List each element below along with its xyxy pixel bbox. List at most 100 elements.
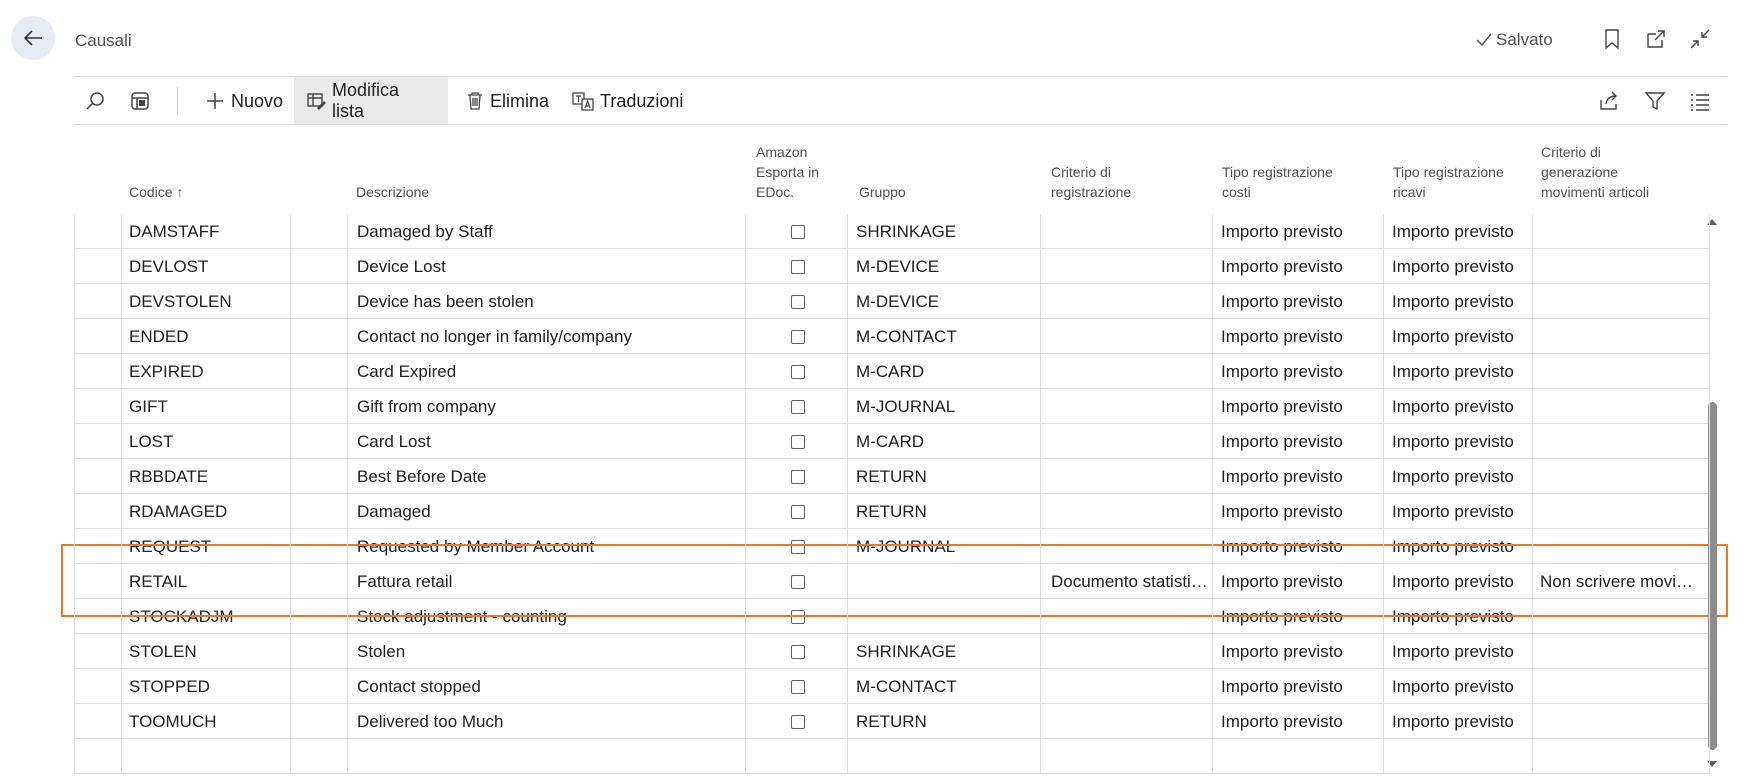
cell-group[interactable]: M-CARD xyxy=(856,354,924,389)
cell-group[interactable]: RETURN xyxy=(856,459,927,494)
cell-code[interactable]: LOST xyxy=(129,424,173,459)
amazon-export-checkbox[interactable] xyxy=(791,224,805,239)
cell-description[interactable]: Card Expired xyxy=(357,354,456,389)
layout-button[interactable] xyxy=(129,77,157,125)
table-row[interactable]: STOPPED Contact stopped M-CONTACT Importo p… xyxy=(74,669,1709,704)
table-row[interactable]: GIFT Gift from company M-JOURNAL Importo pr… xyxy=(74,389,1709,424)
cell-cost-type[interactable]: Importo previsto xyxy=(1221,669,1343,704)
scroll-down-icon[interactable] xyxy=(1706,758,1718,770)
cell-group[interactable]: RETURN xyxy=(856,704,927,739)
amazon-export-checkbox[interactable] xyxy=(791,574,805,589)
cell-revenue-type[interactable]: Importo previsto xyxy=(1392,424,1514,459)
amazon-export-checkbox[interactable] xyxy=(791,679,805,694)
amazon-export-checkbox[interactable] xyxy=(791,399,805,414)
amazon-export-checkbox[interactable] xyxy=(791,294,805,309)
cell-code[interactable]: STOCKADJM xyxy=(129,599,234,634)
cell-revenue-type[interactable]: Importo previsto xyxy=(1392,669,1514,704)
table-row[interactable]: RETAIL Fattura retail Documento statisti… I… xyxy=(74,564,1709,599)
cell-cost-type[interactable]: Importo previsto xyxy=(1221,319,1343,354)
table-row[interactable]: ENDED Contact no longer in family/company… xyxy=(74,319,1709,354)
table-row[interactable]: STOLEN Stolen SHRINKAGE Importo previsto Imp… xyxy=(74,634,1709,669)
cell-group[interactable]: SHRINKAGE xyxy=(856,634,956,669)
table-row[interactable]: DAMSTAFF Damaged by Staff SHRINKAGE Importo… xyxy=(74,214,1709,249)
cell-description[interactable]: Contact stopped xyxy=(357,669,481,704)
cell-description[interactable]: Contact no longer in family/company xyxy=(357,319,632,354)
column-header-registration-criteria[interactable]: Criterio di registrazione xyxy=(1051,162,1131,202)
scroll-up-icon[interactable] xyxy=(1706,216,1718,228)
cell-revenue-type[interactable]: Importo previsto xyxy=(1392,494,1514,529)
cell-description[interactable]: Fattura retail xyxy=(357,564,452,599)
cell-code[interactable]: TOOMUCH xyxy=(129,704,217,739)
cell-revenue-type[interactable]: Importo previsto xyxy=(1392,354,1514,389)
translations-button[interactable]: Traduzioni xyxy=(568,77,687,125)
collapse-icon[interactable] xyxy=(1687,26,1713,52)
table-row[interactable]: LOST Card Lost M-CARD Importo previsto Impor… xyxy=(74,424,1709,459)
cell-group[interactable]: M-CARD xyxy=(856,424,924,459)
cell-code[interactable]: STOLEN xyxy=(129,634,197,669)
cell-cost-type[interactable]: Importo previsto xyxy=(1221,354,1343,389)
cell-revenue-type[interactable]: Importo previsto xyxy=(1392,564,1514,599)
cell-code[interactable]: RETAIL xyxy=(129,564,187,599)
amazon-export-checkbox[interactable] xyxy=(791,504,805,519)
cell-cost-type[interactable]: Importo previsto xyxy=(1221,214,1343,249)
cell-group[interactable]: RETURN xyxy=(856,494,927,529)
cell-group[interactable]: M-DEVICE xyxy=(856,249,939,284)
cell-revenue-type[interactable]: Importo previsto xyxy=(1392,459,1514,494)
cell-cost-type[interactable]: Importo previsto xyxy=(1221,389,1343,424)
cell-code[interactable]: GIFT xyxy=(129,389,168,424)
cell-cost-type[interactable]: Importo previsto xyxy=(1221,704,1343,739)
cell-registration-criteria[interactable]: Documento statisti… xyxy=(1051,564,1206,599)
table-row[interactable]: RDAMAGED Damaged RETURN Importo previsto Imp… xyxy=(74,494,1709,529)
cell-description[interactable]: Damaged xyxy=(357,494,431,529)
bookmark-icon[interactable] xyxy=(1599,26,1625,52)
cell-revenue-type[interactable]: Importo previsto xyxy=(1392,284,1514,319)
cell-cost-type[interactable]: Importo previsto xyxy=(1221,634,1343,669)
cell-revenue-type[interactable]: Importo previsto xyxy=(1392,214,1514,249)
open-in-new-window-icon[interactable] xyxy=(1643,26,1669,52)
amazon-export-checkbox[interactable] xyxy=(791,609,805,624)
amazon-export-checkbox[interactable] xyxy=(791,364,805,379)
cell-code[interactable]: DAMSTAFF xyxy=(129,214,219,249)
cell-code[interactable]: RDAMAGED xyxy=(129,494,227,529)
table-row[interactable]: TOOMUCH Delivered too Much RETURN Importo p… xyxy=(74,704,1709,739)
table-row[interactable]: STOCKADJM Stock adjustment - counting Impo… xyxy=(74,599,1709,634)
cell-revenue-type[interactable]: Importo previsto xyxy=(1392,319,1514,354)
cell-description[interactable]: Delivered too Much xyxy=(357,704,503,739)
cell-revenue-type[interactable]: Importo previsto xyxy=(1392,599,1514,634)
cell-cost-type[interactable]: Importo previsto xyxy=(1221,494,1343,529)
cell-cost-type[interactable]: Importo previsto xyxy=(1221,284,1343,319)
cell-revenue-type[interactable]: Importo previsto xyxy=(1392,389,1514,424)
amazon-export-checkbox[interactable] xyxy=(791,434,805,449)
cell-description[interactable]: Device has been stolen xyxy=(357,284,534,319)
cell-description[interactable]: Best Before Date xyxy=(357,459,486,494)
amazon-export-checkbox[interactable] xyxy=(791,644,805,659)
cell-item-entry-criteria[interactable]: Non scrivere movi… xyxy=(1540,564,1693,599)
cell-description[interactable]: Stolen xyxy=(357,634,405,669)
cell-group[interactable]: M-JOURNAL xyxy=(856,389,955,424)
cell-code[interactable]: STOPPED xyxy=(129,669,210,704)
list-view-button[interactable] xyxy=(1689,77,1717,125)
cell-code[interactable]: RBBDATE xyxy=(129,459,208,494)
cell-cost-type[interactable]: Importo previsto xyxy=(1221,459,1343,494)
cell-code[interactable]: DEVLOST xyxy=(129,249,208,284)
cell-code[interactable]: EXPIRED xyxy=(129,354,204,389)
cell-description[interactable]: Requested by Member Account xyxy=(357,529,594,564)
column-header-code[interactable]: Codice ↑ xyxy=(129,182,183,202)
table-row[interactable] xyxy=(74,739,1709,774)
back-button[interactable] xyxy=(11,16,55,60)
amazon-export-checkbox[interactable] xyxy=(791,714,805,729)
cell-group[interactable]: M-DEVICE xyxy=(856,284,939,319)
table-row[interactable]: REQUEST Requested by Member Account M-JOUR… xyxy=(74,529,1709,564)
column-header-item-entry-criteria[interactable]: Criterio di generazione movimenti articoli xyxy=(1541,142,1649,202)
cell-code[interactable]: REQUEST xyxy=(129,529,211,564)
cell-cost-type[interactable]: Importo previsto xyxy=(1221,249,1343,284)
edit-list-button[interactable]: Modifica lista xyxy=(294,77,448,125)
filter-button[interactable] xyxy=(1644,77,1672,125)
cell-description[interactable]: Gift from company xyxy=(357,389,496,424)
cell-revenue-type[interactable]: Importo previsto xyxy=(1392,529,1514,564)
table-row[interactable]: EXPIRED Card Expired M-CARD Importo previst… xyxy=(74,354,1709,389)
cell-group[interactable]: M-CONTACT xyxy=(856,319,957,354)
column-header-amazon-export[interactable]: Amazon Esporta in EDoc. xyxy=(756,142,819,202)
table-row[interactable]: RBBDATE Best Before Date RETURN Importo pre… xyxy=(74,459,1709,494)
cell-description[interactable]: Damaged by Staff xyxy=(357,214,493,249)
